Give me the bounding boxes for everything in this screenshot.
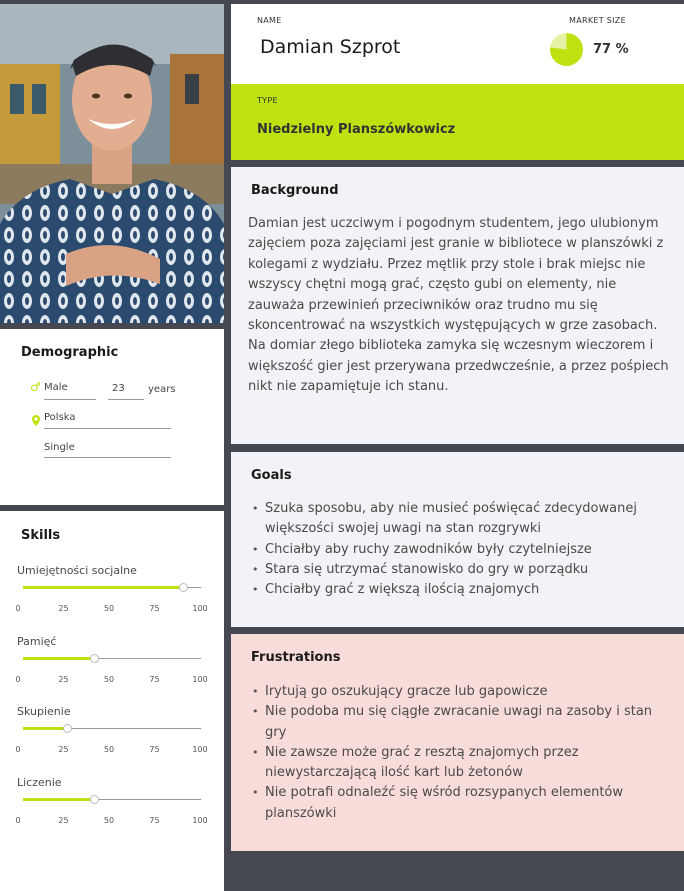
name-label: NAME (257, 16, 282, 25)
skill-tick-label: 75 (149, 816, 160, 825)
background-title: Background (251, 183, 339, 198)
list-item: Stara się utrzymać stanowisko do gry w p… (251, 560, 671, 581)
list-item: Chciałby aby ruchy zawodników były czyte… (251, 540, 671, 561)
skill-label: Liczenie (17, 776, 62, 789)
skill-memory: Pamięć 0 25 50 75 100 (0, 635, 224, 705)
gender-field[interactable]: Male (44, 382, 68, 393)
skill-tick-label: 100 (192, 816, 208, 825)
skill-fill (23, 727, 68, 730)
skill-tick-label: 100 (192, 745, 208, 754)
name-card: NAME Damian Szprot MARKET SIZE 77 % (231, 4, 684, 84)
skill-social: Umiejętności socjalne 0 25 50 75 100 (0, 564, 224, 634)
skills-panel: Skills Umiejętności socjalne 0 25 50 75 100 … (0, 511, 224, 891)
age-field[interactable]: 23 (112, 383, 125, 394)
skill-tick-label: 100 (192, 675, 208, 684)
goals-card: Goals Szuka sposobu, aby nie musieć pośw… (231, 452, 684, 627)
frustrations-list: Irytują go oszukujący gracze lub gapowic… (251, 682, 671, 824)
skill-focus: Skupienie 0 25 50 75 100 (0, 705, 224, 775)
location-underline (44, 428, 171, 429)
skills-title: Skills (21, 528, 61, 543)
gender-underline (44, 399, 96, 400)
age-unit: years (148, 384, 176, 395)
demographic-title: Demographic (21, 345, 119, 360)
persona-photo-image (0, 4, 224, 323)
skill-tick-label: 75 (149, 604, 160, 613)
skill-tick-label: 25 (58, 604, 69, 613)
skill-tick-label: 75 (149, 745, 160, 754)
location-pin-icon (32, 411, 40, 430)
goals-list: Szuka sposobu, aby nie musieć poświęcać … (251, 499, 671, 601)
skill-slider-handle[interactable] (63, 724, 72, 733)
market-size-pie (550, 33, 583, 66)
skill-tick-label: 50 (103, 675, 115, 684)
male-icon: ♂ (30, 380, 41, 394)
skill-slider-handle[interactable] (89, 795, 99, 804)
skill-tick-label: 0 (15, 675, 21, 684)
skill-tick-label: 75 (149, 675, 160, 684)
persona-photo (0, 4, 224, 323)
status-underline (44, 457, 171, 458)
skill-slider-handle[interactable] (178, 583, 188, 592)
skill-counting: Liczenie 0 25 50 75 100 (0, 776, 224, 846)
skill-label: Pamięć (17, 635, 57, 648)
skill-tick-label: 100 (192, 604, 208, 613)
skill-scale: 0 25 50 75 100 (0, 745, 224, 755)
skill-tick-label: 0 (15, 745, 21, 754)
skill-slider-handle[interactable] (89, 654, 99, 663)
list-item: Nie podoba mu się ciągłe zwracanie uwagi… (251, 702, 671, 743)
goals-title: Goals (251, 468, 292, 483)
skill-tick-label: 0 (15, 604, 21, 613)
skill-label: Umiejętności socjalne (17, 564, 137, 577)
skill-tick-label: 50 (103, 604, 115, 613)
skill-fill (23, 798, 95, 801)
market-size-label: MARKET SIZE (569, 16, 626, 25)
location-field[interactable]: Polska (44, 412, 76, 423)
skill-tick-label: 0 (15, 816, 21, 825)
skill-scale: 0 25 50 75 100 (0, 675, 224, 685)
skill-fill (23, 657, 95, 660)
skill-tick-label: 50 (103, 745, 115, 754)
background-card: Background Damian jest uczciwym i pogodn… (231, 167, 684, 444)
list-item: Irytują go oszukujący gracze lub gapowic… (251, 682, 671, 703)
persona-name: Damian Szprot (260, 36, 401, 58)
skill-scale: 0 25 50 75 100 (0, 816, 224, 826)
persona-type: Niedzielny Planszówkowicz (257, 122, 456, 137)
skill-tick-label: 25 (58, 816, 69, 825)
list-item: Szuka sposobu, aby nie musieć poświęcać … (251, 499, 671, 540)
list-item: Nie potrafi odnaleźć się wśród rozsypany… (251, 783, 671, 824)
skill-label: Skupienie (17, 705, 71, 718)
status-field[interactable]: Single (44, 442, 75, 453)
background-text: Damian jest uczciwym i pogodnym studente… (248, 216, 669, 395)
skill-fill (23, 586, 184, 589)
skill-tick-label: 50 (103, 816, 115, 825)
frustrations-title: Frustrations (251, 650, 341, 665)
list-item: Nie zawsze może grać z resztą znajomych … (251, 743, 671, 784)
list-item: Chciałby grać z większą ilością znajomyc… (251, 580, 671, 601)
frustrations-card: Frustrations Irytują go oszukujący gracz… (231, 634, 684, 851)
skill-scale: 0 25 50 75 100 (0, 604, 224, 614)
market-size-value: 77 % (593, 42, 629, 57)
age-underline (108, 399, 144, 400)
type-label: TYPE (257, 96, 278, 105)
skill-tick-label: 25 (58, 745, 69, 754)
type-card: TYPE Niedzielny Planszówkowicz (231, 84, 684, 160)
skill-tick-label: 25 (58, 675, 69, 684)
demographic-panel: Demographic ♂ Male 23 years Polska Singl… (0, 329, 224, 505)
